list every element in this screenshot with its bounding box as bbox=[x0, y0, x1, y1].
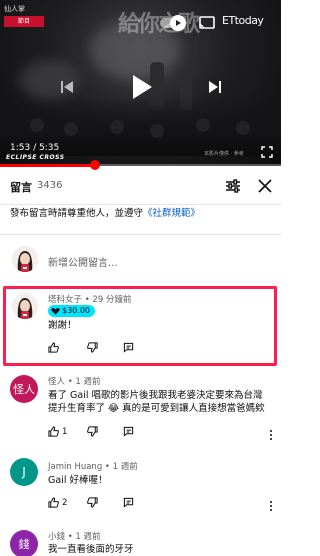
thumbs-down-icon bbox=[87, 497, 98, 508]
caption-text: 本影片僅供 · 參考 bbox=[204, 151, 244, 157]
like-button[interactable]: 1 bbox=[48, 426, 67, 437]
reply-button[interactable] bbox=[123, 342, 134, 353]
comment-text: Gail 好棒喔！ bbox=[48, 475, 108, 486]
thumbs-up-icon bbox=[48, 426, 59, 437]
dislike-button[interactable] bbox=[87, 497, 98, 508]
heart-icon bbox=[51, 308, 60, 315]
cast-icon[interactable] bbox=[198, 15, 216, 31]
more-options-icon[interactable] bbox=[268, 426, 274, 440]
show-watermark: 給你之歌 bbox=[118, 11, 200, 37]
comment-text: 看了 Gail 唱歌的影片後我跟我老婆決定要來為台灣提升生育率了 😂 真的是可愛… bbox=[48, 390, 265, 414]
comments-header: 留言 3436 bbox=[0, 167, 281, 205]
video-player[interactable]: 仙人掌 節目 給你之歌 ETtoday 1:53 / 5:35 ECLIPSE … bbox=[0, 0, 281, 166]
like-button[interactable] bbox=[48, 342, 59, 353]
reply-button[interactable] bbox=[123, 426, 134, 437]
divider bbox=[0, 234, 281, 235]
thumbs-down-icon bbox=[87, 426, 98, 437]
like-count: 2 bbox=[62, 497, 68, 508]
community-notice: 發布留言時請尊重他人，並遵守《社群規範》 bbox=[10, 207, 276, 221]
user-avatar bbox=[12, 246, 38, 272]
fullscreen-icon[interactable] bbox=[261, 143, 273, 158]
logo-top-text: 仙人掌 bbox=[4, 5, 25, 13]
next-icon[interactable] bbox=[206, 78, 224, 96]
comment-meta: 塔科女子 • 29 分鐘前 bbox=[48, 295, 132, 305]
more-options-icon[interactable] bbox=[268, 497, 274, 511]
autoplay-knob-icon[interactable] bbox=[170, 15, 186, 31]
community-guidelines-link[interactable]: 《社群規範》 bbox=[143, 208, 200, 219]
comments-count: 3436 bbox=[37, 180, 63, 191]
thumbs-up-icon bbox=[48, 497, 59, 508]
comment-meta: 小錢 • 1 週前 bbox=[48, 532, 101, 542]
brand-watermark: ETtoday bbox=[222, 14, 264, 27]
super-thanks-badge: $30.00 bbox=[48, 305, 95, 317]
thumbs-up-icon bbox=[48, 342, 59, 353]
close-icon[interactable] bbox=[256, 177, 274, 195]
previous-icon[interactable] bbox=[58, 78, 76, 96]
like-button[interactable]: 2 bbox=[48, 497, 67, 508]
commenter-avatar[interactable]: 錢 bbox=[10, 530, 38, 556]
sponsor-logo: ECLIPSE CROSS bbox=[6, 154, 65, 161]
dislike-button[interactable] bbox=[87, 342, 98, 353]
comment-text: 我一直看後面的牙牙 bbox=[48, 544, 134, 555]
comment-meta: 怪人 • 1 週前 bbox=[48, 377, 101, 387]
commenter-avatar[interactable] bbox=[12, 293, 38, 319]
sort-icon[interactable] bbox=[224, 177, 242, 195]
commenter-avatar[interactable]: 怪人 bbox=[10, 375, 38, 403]
time-display: 1:53 / 5:35 bbox=[10, 143, 60, 153]
thumbs-down-icon bbox=[87, 342, 98, 353]
channel-logo: 仙人掌 節目 bbox=[4, 4, 46, 38]
logo-channel-text: 節目 bbox=[4, 16, 44, 27]
commenter-avatar[interactable]: J bbox=[10, 458, 38, 486]
notice-text: 發布留言時請尊重他人，並遵守 bbox=[10, 208, 144, 219]
comment-meta: Jamin Huang • 1 週前 bbox=[48, 462, 138, 472]
reply-icon bbox=[123, 497, 134, 508]
reply-icon bbox=[123, 426, 134, 437]
like-count: 1 bbox=[62, 426, 68, 437]
play-icon[interactable] bbox=[128, 72, 156, 102]
add-comment-input[interactable]: 新增公開留言... bbox=[48, 254, 118, 269]
comment-text: 謝謝！ bbox=[48, 320, 77, 331]
dislike-button[interactable] bbox=[87, 426, 98, 437]
comments-title: 留言 bbox=[10, 181, 32, 194]
super-thanks-amount: $30.00 bbox=[62, 306, 90, 315]
reply-icon bbox=[123, 342, 134, 353]
reply-button[interactable] bbox=[123, 497, 134, 508]
